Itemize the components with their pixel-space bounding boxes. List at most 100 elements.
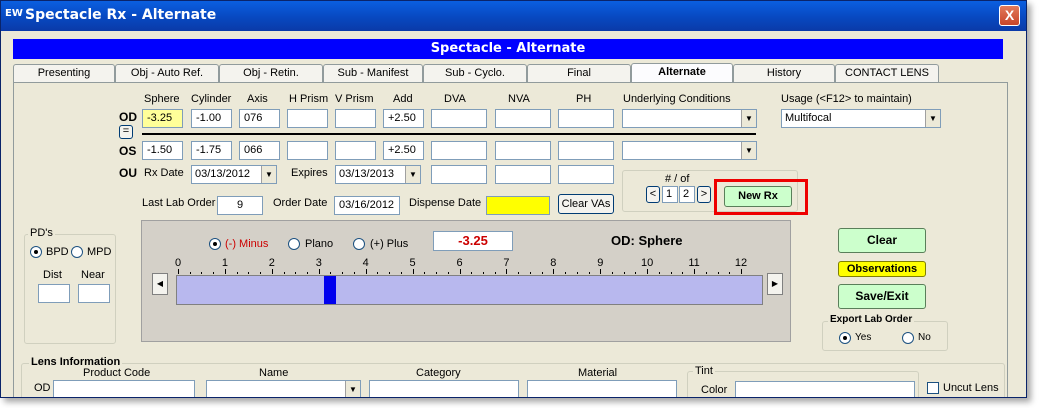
product-code-header: Product Code [83,367,151,379]
os-v-prism-field[interactable] [335,141,376,160]
dist-label: Dist [43,269,62,281]
dispense-date-field[interactable] [486,196,550,215]
prev-rx-button[interactable]: < [646,186,660,203]
od-axis-field[interactable]: 076 [239,109,280,128]
next-rx-button[interactable]: > [697,186,711,203]
expires-label: Expires [291,167,328,179]
header-axis: Axis [247,93,268,105]
tab-alternate[interactable]: Alternate [631,63,733,83]
scale-major-tick [553,269,554,274]
slider-value-field[interactable]: -3.25 [433,231,513,251]
os-add-field[interactable]: +2.50 [383,141,424,160]
scale-major-tick [647,269,648,274]
scale-major-tick [600,269,601,274]
last-lab-order-field[interactable]: 9 [217,196,263,215]
os-underlying-conditions-select[interactable]: ▼ [622,141,757,160]
clear-button[interactable]: Clear [838,228,926,253]
lens-od-product-code-field[interactable] [53,380,195,397]
od-dva-field[interactable] [431,109,487,128]
os-cylinder-field[interactable]: -1.75 [191,141,232,160]
close-button[interactable]: X [999,5,1020,26]
ou-ph-field[interactable] [558,165,614,184]
order-date-field[interactable]: 03/16/2012 [334,196,400,215]
tab-history[interactable]: History [733,64,835,82]
bpd-label: BPD [46,246,69,258]
od-ph-field[interactable] [558,109,614,128]
ou-dva-field[interactable] [431,165,487,184]
od-cylinder-field[interactable]: -1.00 [191,109,232,128]
new-rx-button[interactable]: New Rx [724,186,792,207]
os-label: OS [119,144,137,158]
copy-od-to-os-button[interactable]: = [119,125,133,139]
scale-minor-tick [237,272,238,274]
scale-minor-tick [671,272,672,274]
window-title: Spectacle Rx - Alternate [25,7,217,23]
od-sphere-field[interactable]: -3.25 [142,109,183,128]
ou-label: OU [119,166,137,180]
save-exit-button[interactable]: Save/Exit [838,284,926,309]
lens-od-label: OD [34,382,51,394]
pager-label: # / of [665,173,690,185]
rx-date-picker[interactable]: 03/13/2012 ▼ [191,165,277,184]
plano-radio[interactable] [288,238,300,250]
chevron-down-icon: ▼ [405,166,420,183]
export-no-label: No [918,332,931,343]
pd-near-field[interactable] [78,284,110,303]
os-ph-field[interactable] [558,141,614,160]
od-nva-field[interactable] [495,109,551,128]
export-yes-radio[interactable] [839,332,851,344]
app-window: EW Spectacle Rx - Alternate X Spectacle … [0,0,1027,398]
scale-minor-tick [706,272,707,274]
ou-nva-field[interactable] [495,165,551,184]
scrollbar-thumb[interactable] [324,276,336,304]
pd-dist-field[interactable] [38,284,70,303]
os-nva-field[interactable] [495,141,551,160]
od-v-prism-field[interactable] [335,109,376,128]
od-h-prism-field[interactable] [287,109,328,128]
uncut-lens-checkbox[interactable] [927,382,939,394]
plus-radio[interactable] [353,238,365,250]
od-add-field[interactable]: +2.50 [383,109,424,128]
tab-presenting[interactable]: Presenting [13,64,115,82]
page-banner: Spectacle - Alternate [13,39,1003,59]
scale-major-tick [460,269,461,274]
export-no-radio[interactable] [902,332,914,344]
clear-vas-button[interactable]: Clear VAs [558,194,614,214]
header-add: Add [393,93,413,105]
tab-final[interactable]: Final [527,64,631,82]
scale-minor-tick [565,272,566,274]
od-underlying-conditions-select[interactable]: ▼ [622,109,757,128]
lens-od-category-field[interactable] [369,380,519,397]
observations-button[interactable]: Observations [838,261,926,277]
os-h-prism-field[interactable] [287,141,328,160]
lens-od-name-select[interactable]: ▼ [206,380,361,397]
lens-od-material-field[interactable] [527,380,677,397]
tab-contact-lens[interactable]: CONTACT LENS [835,64,939,82]
current-rx-field[interactable]: 1 [662,186,678,203]
scale-minor-tick [330,272,331,274]
value-scrollbar[interactable] [176,275,763,305]
dispense-date-label: Dispense Date [409,197,482,209]
scale-minor-tick [483,272,484,274]
minus-label: (-) Minus [225,238,269,250]
tab-sub-manifest[interactable]: Sub - Manifest [323,64,423,82]
usage-select[interactable]: Multifocal ▼ [781,109,941,128]
header-v-prism: V Prism [335,93,374,105]
tab-sub-cyclo[interactable]: Sub - Cyclo. [423,64,527,82]
tab-obj-retin[interactable]: Obj - Retin. [219,64,323,82]
minus-radio[interactable] [209,238,221,250]
scale-major-tick [694,269,695,274]
bpd-radio[interactable] [30,246,42,258]
mpd-radio[interactable] [71,246,83,258]
tab-obj-auto-ref[interactable]: Obj - Auto Ref. [115,64,219,82]
scroll-right-button[interactable]: ▶ [767,273,783,295]
scale-label-6: 6 [456,257,463,269]
os-sphere-field[interactable]: -1.50 [142,141,183,160]
scroll-left-button[interactable]: ◀ [152,273,168,295]
os-dva-field[interactable] [431,141,487,160]
scale-minor-tick [659,272,660,274]
name-header: Name [259,367,289,379]
tint-color-field[interactable] [735,381,915,397]
expires-date-picker[interactable]: 03/13/2013 ▼ [335,165,421,184]
os-axis-field[interactable]: 066 [239,141,280,160]
